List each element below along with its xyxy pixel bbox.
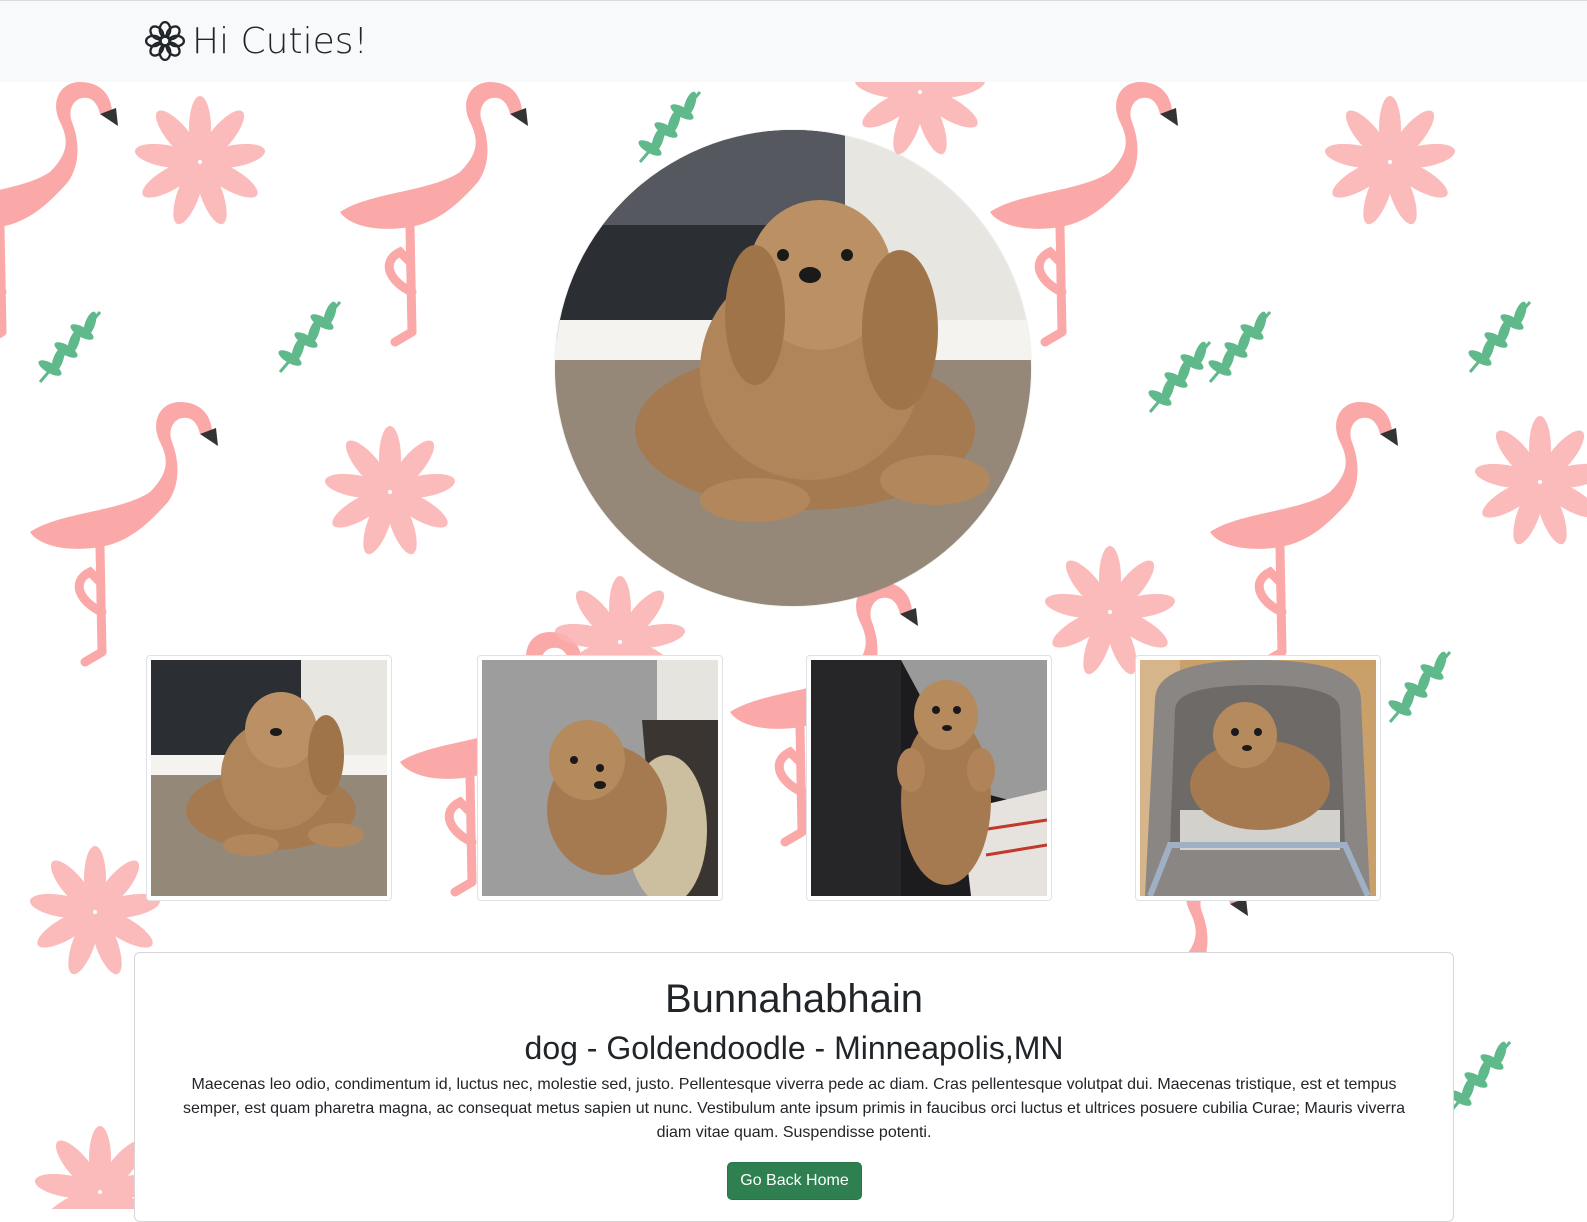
thumbnail-1[interactable] [146,655,392,901]
pet-description: Maecenas leo odio, condimentum id, luctu… [183,1076,1405,1141]
pet-info-card: Bunnahabhain dog - Goldendoodle - Minnea… [134,952,1454,1222]
dog-in-bed-photo [482,660,718,896]
flower-icon [144,20,186,62]
dog-in-carrier-photo [1140,660,1376,896]
pet-name: Bunnahabhain [664,977,924,1021]
go-back-home-button[interactable]: Go Back Home [727,1162,862,1200]
thumbnail-4[interactable] [1135,655,1381,901]
thumbnail-2[interactable] [477,655,723,901]
navbar: Hi Cuties! [0,0,1587,82]
hero-photo [555,130,1031,606]
dog-lying-on-carpet-photo [151,660,387,896]
brand-link[interactable]: Hi Cuties! [144,15,368,67]
dog-lying-on-carpet-photo [555,130,1031,606]
pet-details: dog - Goldendoodle - Minneapolis,MN [524,1030,1064,1066]
thumbnail-3[interactable] [806,655,1052,901]
brand-text: Hi Cuties! [192,20,368,62]
dog-on-couch-photo [811,660,1047,896]
